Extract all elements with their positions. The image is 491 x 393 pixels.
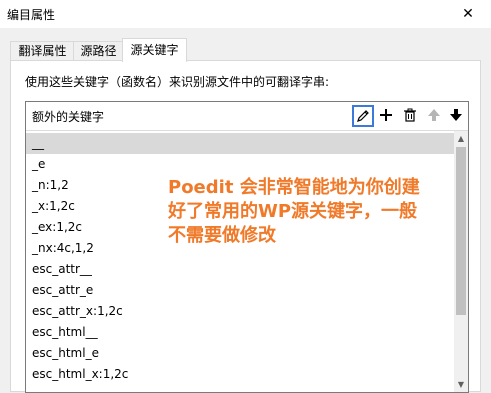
delete-button[interactable] (400, 105, 420, 125)
edit-button[interactable] (352, 105, 374, 127)
arrow-up-icon (428, 109, 440, 121)
list-item[interactable]: __ (26, 133, 454, 154)
scroll-up-arrow-icon[interactable]: ▲ (456, 134, 466, 143)
list-header-label: 额外的关键字 (32, 110, 105, 124)
tab-source-paths[interactable]: 源路径 (73, 41, 124, 61)
vertical-scrollbar[interactable]: ▲ ▼ (454, 131, 468, 392)
list-item[interactable]: esc_html__ (26, 322, 454, 343)
scroll-down-arrow-icon[interactable]: ▼ (456, 380, 466, 389)
window-title: 编目属性 (7, 8, 56, 22)
list-item[interactable]: esc_html_x:1,2c (26, 364, 454, 385)
annotation-overlay: Poedit 会非常智能地为你创建好了常用的WP源关键字，一般不需要做修改 (168, 177, 420, 246)
close-button[interactable]: ✕ (445, 0, 491, 28)
arrow-down-icon (450, 109, 462, 121)
keyword-rows: __ _e _n:1,2 _x:1,2c _ex:1,2c _nx:4c,1,2… (26, 133, 454, 385)
scrollbar-thumb[interactable] (456, 147, 466, 315)
tab-translation-properties[interactable]: 翻译属性 (10, 41, 75, 61)
add-button[interactable] (376, 105, 396, 125)
plus-icon (380, 109, 392, 121)
trash-icon (404, 108, 416, 122)
list-item[interactable]: esc_attr_x:1,2c (26, 301, 454, 322)
list-item[interactable]: esc_attr__ (26, 259, 454, 280)
instruction-text: 使用这些关键字（函数名）来识别源文件中的可翻译字串: (25, 75, 330, 89)
title-bar: 编目属性 ✕ (0, 0, 491, 28)
list-item[interactable]: esc_html_e (26, 343, 454, 364)
list-item[interactable]: esc_attr_e (26, 280, 454, 301)
move-up-button[interactable] (424, 105, 444, 125)
list-item[interactable]: _e (26, 154, 454, 175)
move-down-button[interactable] (446, 105, 466, 125)
close-icon: ✕ (462, 6, 474, 22)
list-header: 额外的关键字 (26, 102, 468, 131)
tab-source-keywords[interactable]: 源关键字 (122, 38, 187, 62)
pencil-icon (357, 110, 369, 122)
